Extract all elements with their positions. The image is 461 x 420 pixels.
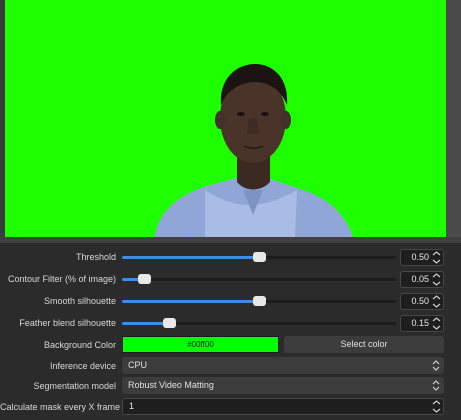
- inference-device-label: Inference device: [49, 361, 116, 371]
- chevron-down-icon: [432, 325, 441, 330]
- segmentation-model-label: Segmentation model: [33, 381, 116, 391]
- segmentation-model-dropdown[interactable]: Robust Video Matting: [122, 377, 444, 394]
- smooth-silhouette-row: Smooth silhouette 0.50: [0, 290, 461, 312]
- threshold-slider[interactable]: [122, 252, 396, 262]
- feather-blend-slider-fill: [122, 322, 169, 325]
- mask-every-x-decrement-button[interactable]: [430, 407, 443, 414]
- combo-arrows-icon: [432, 360, 440, 371]
- chevron-down-icon: [432, 281, 441, 286]
- video-preview: [5, 0, 446, 237]
- segmentation-model-value: Robust Video Matting: [128, 380, 214, 390]
- select-color-button[interactable]: Select color: [284, 336, 444, 353]
- threshold-decrement-button[interactable]: [430, 258, 443, 265]
- feather-blend-decrement-button[interactable]: [430, 324, 443, 331]
- smooth-silhouette-spinbox[interactable]: 0.50: [400, 293, 444, 310]
- mask-every-x-increment-button[interactable]: [430, 399, 443, 406]
- feather-blend-row: Feather blend silhouette 0.15: [0, 312, 461, 334]
- mask-every-x-value: 1: [129, 401, 135, 411]
- feather-blend-label: Feather blend silhouette: [19, 318, 116, 328]
- background-color-value: #00ff00: [187, 340, 214, 349]
- contour-filter-label: Contour Filter (% of image): [7, 274, 116, 284]
- inference-device-value: CPU: [128, 360, 148, 370]
- segmentation-model-row: Segmentation model Robust Video Matting: [0, 375, 461, 397]
- contour-filter-increment-button[interactable]: [430, 272, 443, 279]
- combo-arrows-icon: [432, 380, 440, 391]
- smooth-silhouette-increment-button[interactable]: [430, 294, 443, 301]
- chevron-down-icon: [432, 259, 441, 264]
- mask-every-x-label: Calculate mask every X frame: [0, 402, 121, 412]
- feather-blend-slider[interactable]: [122, 318, 396, 328]
- contour-filter-decrement-button[interactable]: [430, 280, 443, 287]
- background-color-label: Background Color: [43, 340, 116, 350]
- chevron-up-icon: [432, 317, 441, 322]
- threshold-slider-fill: [122, 256, 259, 259]
- preview-frame: [0, 0, 461, 243]
- feather-blend-value: 0.15: [411, 318, 429, 328]
- mask-every-x-row: Calculate mask every X frame 1: [0, 396, 461, 418]
- mask-every-x-spinbox[interactable]: 1: [122, 398, 444, 415]
- threshold-increment-button[interactable]: [430, 250, 443, 257]
- properties-panel: Threshold 0.50 Contour Filter (% of imag…: [0, 243, 461, 420]
- feather-blend-spinbox[interactable]: 0.15: [400, 315, 444, 332]
- contour-filter-slider-handle[interactable]: [137, 274, 151, 284]
- chevron-up-icon: [432, 295, 441, 300]
- inference-device-row: Inference device CPU: [0, 355, 461, 377]
- contour-filter-slider[interactable]: [122, 274, 396, 284]
- background-color-row: Background Color #00ff00 Select color: [0, 334, 461, 356]
- smooth-silhouette-slider-fill: [122, 300, 259, 303]
- smooth-silhouette-value: 0.50: [411, 296, 429, 306]
- threshold-slider-handle[interactable]: [253, 252, 266, 262]
- chevron-up-icon: [432, 251, 441, 256]
- smooth-silhouette-label: Smooth silhouette: [43, 296, 116, 306]
- smooth-silhouette-decrement-button[interactable]: [430, 302, 443, 309]
- background-color-swatch: #00ff00: [122, 336, 279, 353]
- contour-filter-spinbox[interactable]: 0.05: [400, 271, 444, 288]
- chevron-up-icon: [432, 273, 441, 278]
- threshold-value: 0.50: [411, 252, 429, 262]
- chevron-down-icon: [432, 303, 441, 308]
- threshold-row: Threshold 0.50: [0, 246, 461, 268]
- threshold-label: Threshold: [75, 252, 116, 262]
- chevron-down-icon: [432, 408, 441, 413]
- filter-properties-window: Threshold 0.50 Contour Filter (% of imag…: [0, 0, 461, 420]
- smooth-silhouette-slider-handle[interactable]: [253, 296, 266, 306]
- contour-filter-value: 0.05: [411, 274, 429, 284]
- preview-scrollbar[interactable]: [446, 0, 461, 243]
- person-silhouette-image: [155, 64, 353, 237]
- threshold-spinbox[interactable]: 0.50: [400, 249, 444, 266]
- inference-device-dropdown[interactable]: CPU: [122, 357, 444, 374]
- chevron-up-icon: [432, 400, 441, 405]
- contour-filter-row: Contour Filter (% of image) 0.05: [0, 268, 461, 290]
- smooth-silhouette-slider[interactable]: [122, 296, 396, 306]
- feather-blend-increment-button[interactable]: [430, 316, 443, 323]
- feather-blend-slider-handle[interactable]: [162, 318, 176, 328]
